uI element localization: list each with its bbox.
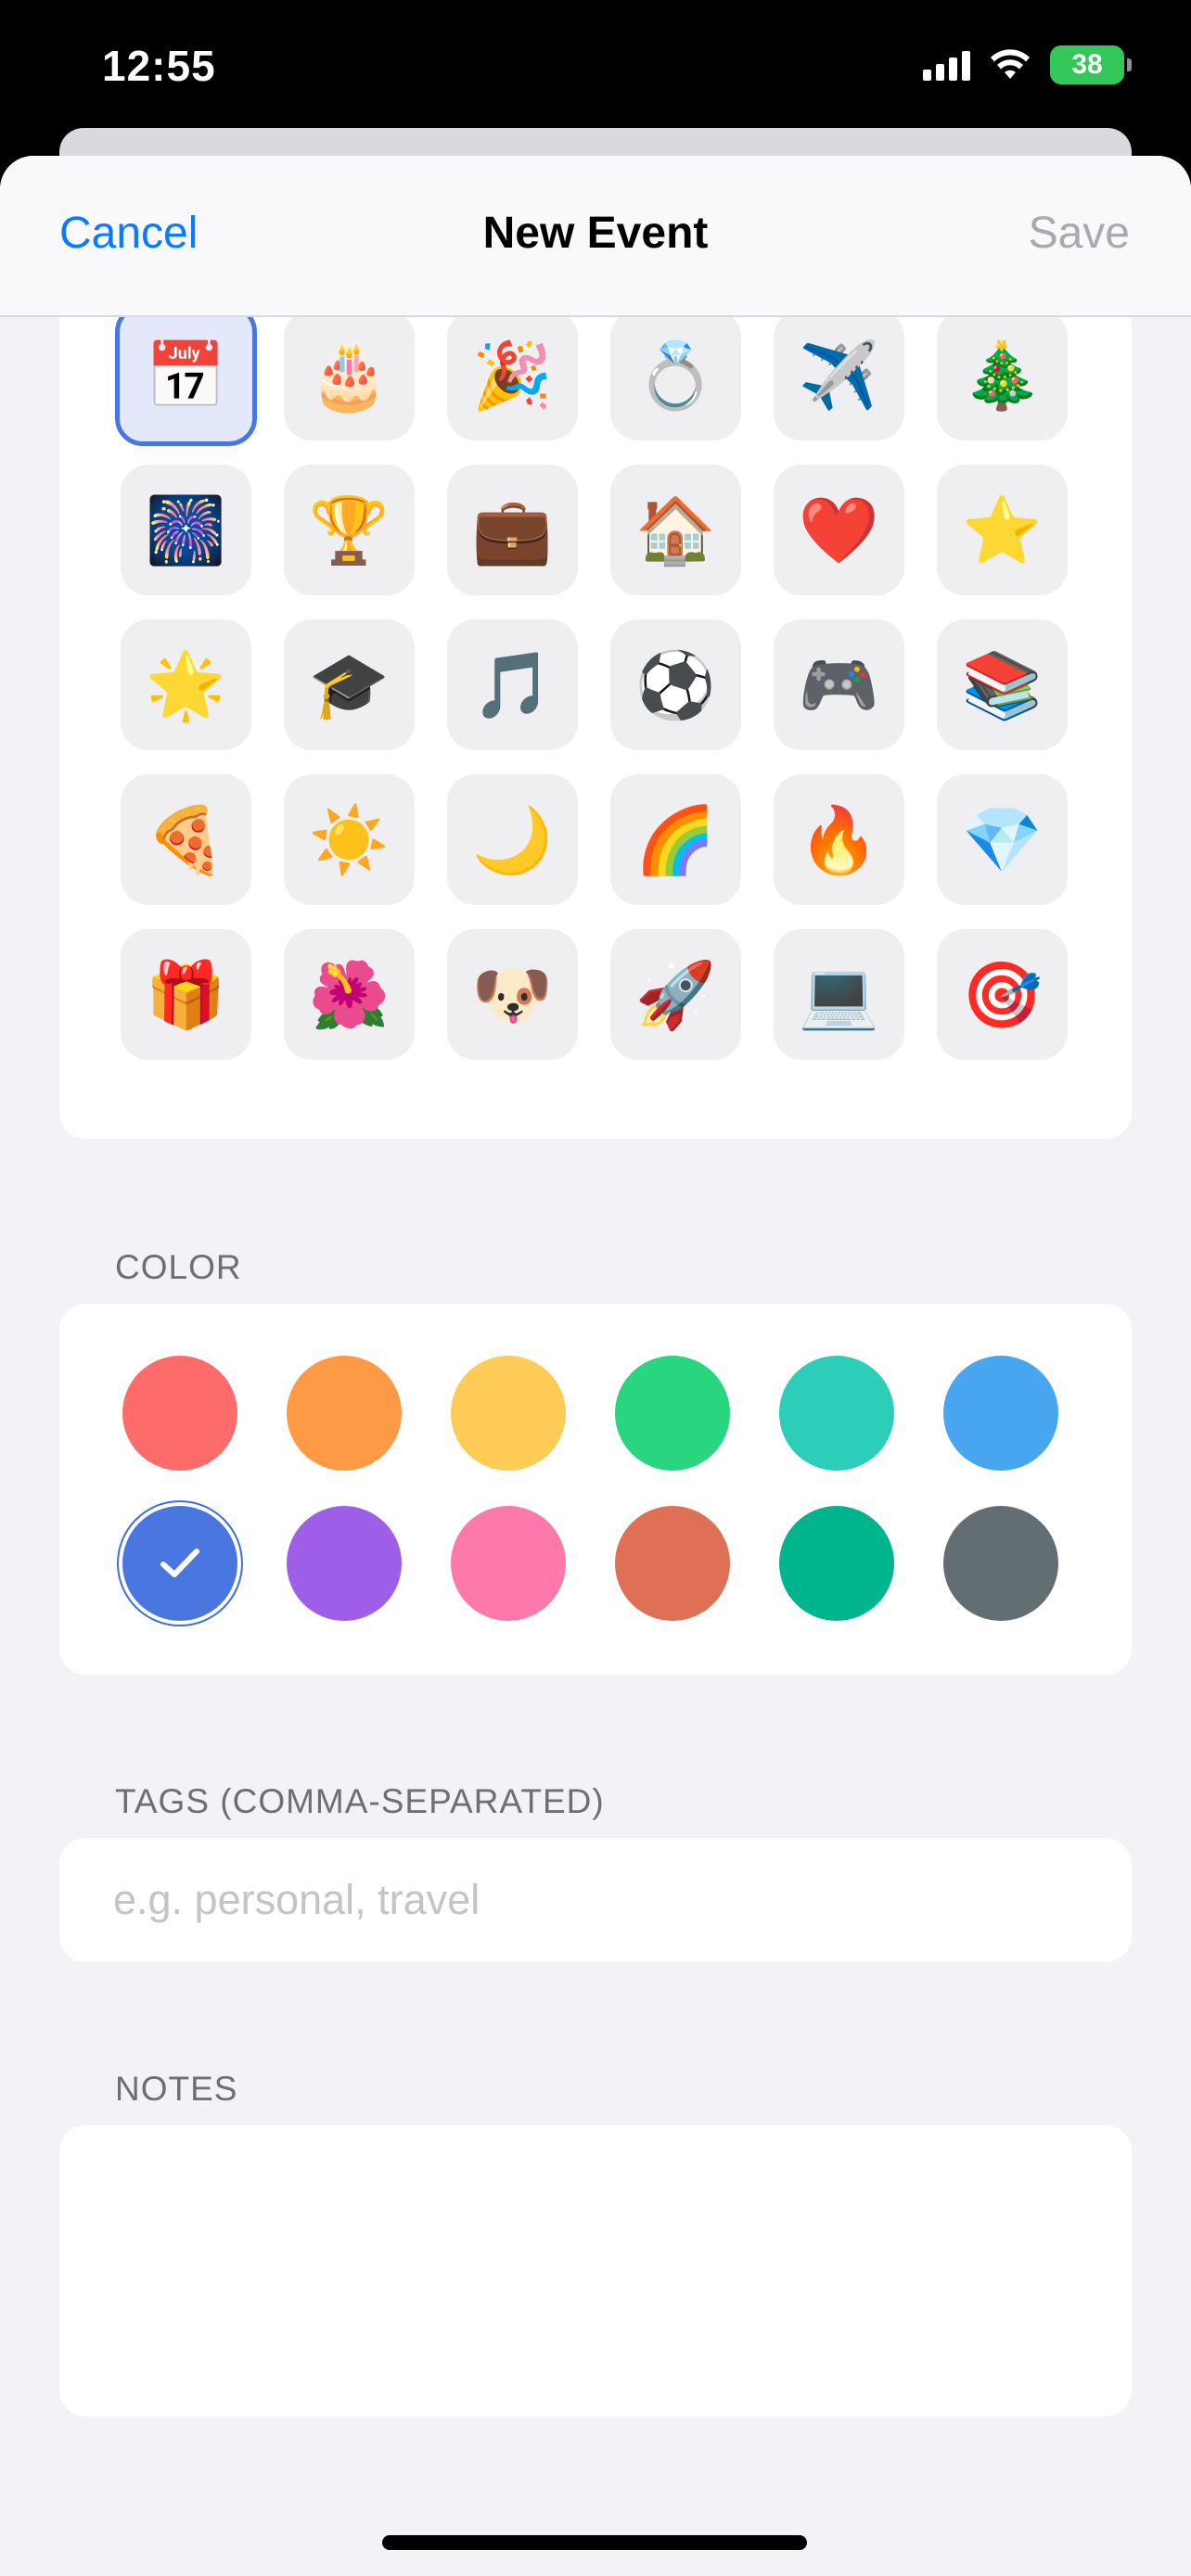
color-swatch-teal[interactable]	[779, 1356, 894, 1471]
graduation-cap-emoji: 🎓	[308, 646, 391, 723]
emoji-option-birthday-cake[interactable]: 🎂	[284, 310, 415, 440]
house-emoji: 🏠	[634, 491, 717, 568]
color-swatch-terracotta[interactable]	[615, 1506, 730, 1621]
target-emoji: 🎯	[961, 956, 1044, 1033]
glowing-star-emoji: 🌟	[145, 646, 227, 723]
star-emoji: ⭐	[961, 491, 1044, 568]
color-swatch-pink[interactable]	[451, 1506, 566, 1621]
emoji-option-christmas-tree[interactable]: 🎄	[937, 310, 1068, 440]
notes-card	[59, 2125, 1132, 2417]
emoji-option-briefcase[interactable]: 💼	[447, 465, 578, 595]
checkmark-icon	[158, 1545, 202, 1582]
color-swatch-red[interactable]	[122, 1356, 237, 1471]
navigation-bar: Cancel New Event Save	[0, 156, 1191, 317]
new-event-sheet: 📅 🎂 🎉 💍 ✈️ 🎄 🎆 🏆 💼 🏠 ❤️ ⭐ 🌟 🎓 🎵 ⚽ 🎮 📚 🍕 ☀️ 🌙 🌈 🔥 💎 🎁 🌺 🐶 🚀 💻 🎯 Cancel…	[0, 156, 1191, 2576]
party-popper-emoji: 🎉	[471, 337, 554, 414]
emoji-option-soccer-ball[interactable]: ⚽	[610, 619, 741, 750]
color-swatch-sky-blue[interactable]	[943, 1356, 1058, 1471]
status-time: 12:55	[102, 42, 216, 90]
cellular-signal-icon	[923, 49, 970, 81]
color-grid	[122, 1356, 1058, 1621]
color-swatch-slate-gray[interactable]	[943, 1506, 1058, 1621]
sun-emoji: ☀️	[308, 801, 391, 878]
musical-notes-emoji: 🎵	[471, 646, 554, 723]
emoji-grid: 📅 🎂 🎉 💍 ✈️ 🎄 🎆 🏆 💼 🏠 ❤️ ⭐ 🌟 🎓 🎵 ⚽ 🎮 📚 🍕 ☀️ 🌙 🌈 🔥 💎 🎁 🌺 🐶 🚀 💻 🎯	[115, 304, 1068, 1060]
crescent-moon-emoji: 🌙	[471, 801, 554, 878]
emoji-option-red-heart[interactable]: ❤️	[774, 465, 904, 595]
color-picker-card	[59, 1304, 1132, 1675]
gift-emoji: 🎁	[145, 956, 227, 1033]
notes-section-label: NOTES	[115, 2070, 238, 2108]
battery-icon: 38	[1050, 45, 1132, 84]
color-swatch-yellow[interactable]	[451, 1356, 566, 1471]
emoji-option-ring[interactable]: 💍	[610, 310, 741, 440]
emoji-option-airplane[interactable]: ✈️	[774, 310, 904, 440]
emoji-option-house[interactable]: 🏠	[610, 465, 741, 595]
tags-card	[59, 1838, 1132, 1962]
wifi-icon	[989, 49, 1031, 81]
emoji-option-laptop[interactable]: 💻	[774, 929, 904, 1060]
dog-face-emoji: 🐶	[471, 956, 554, 1033]
emoji-option-musical-notes[interactable]: 🎵	[447, 619, 578, 750]
emoji-option-fireworks[interactable]: 🎆	[121, 465, 251, 595]
tags-input[interactable]	[113, 1838, 1078, 1962]
color-swatch-orange[interactable]	[287, 1356, 402, 1471]
tags-section-label: TAGS (COMMA-SEPARATED)	[115, 1782, 605, 1820]
emoji-option-hibiscus[interactable]: 🌺	[284, 929, 415, 1060]
ring-emoji: 💍	[634, 337, 717, 414]
birthday-cake-emoji: 🎂	[308, 337, 391, 414]
fireworks-emoji: 🎆	[145, 491, 227, 568]
emoji-option-graduation-cap[interactable]: 🎓	[284, 619, 415, 750]
emoji-option-dog-face[interactable]: 🐶	[447, 929, 578, 1060]
airplane-emoji: ✈️	[798, 337, 880, 414]
emoji-option-video-game[interactable]: 🎮	[774, 619, 904, 750]
emoji-picker-card: 📅 🎂 🎉 💍 ✈️ 🎄 🎆 🏆 💼 🏠 ❤️ ⭐ 🌟 🎓 🎵 ⚽ 🎮 📚 🍕 ☀️ 🌙 🌈 🔥 💎 🎁 🌺 🐶 🚀 💻 🎯	[59, 276, 1132, 1139]
emoji-option-sun[interactable]: ☀️	[284, 774, 415, 905]
pizza-emoji: 🍕	[145, 801, 227, 878]
color-swatch-blue[interactable]	[122, 1506, 237, 1621]
emoji-option-star[interactable]: ⭐	[937, 465, 1068, 595]
emoji-option-party-popper[interactable]: 🎉	[447, 310, 578, 440]
calendar-emoji: 📅	[145, 337, 227, 414]
christmas-tree-emoji: 🎄	[961, 337, 1044, 414]
status-icons: 38	[923, 43, 1132, 87]
page-title: New Event	[482, 209, 709, 258]
color-swatch-purple[interactable]	[287, 1506, 402, 1621]
notes-textarea[interactable]	[113, 2153, 1078, 2385]
emoji-option-gift[interactable]: 🎁	[121, 929, 251, 1060]
emoji-option-rocket[interactable]: 🚀	[610, 929, 741, 1060]
rocket-emoji: 🚀	[634, 956, 717, 1033]
emoji-option-trophy[interactable]: 🏆	[284, 465, 415, 595]
color-section-label: COLOR	[115, 1248, 242, 1286]
color-swatch-green[interactable]	[615, 1356, 730, 1471]
video-game-emoji: 🎮	[798, 646, 880, 723]
color-swatch-emerald[interactable]	[779, 1506, 894, 1621]
emoji-option-crescent-moon[interactable]: 🌙	[447, 774, 578, 905]
emoji-option-books[interactable]: 📚	[937, 619, 1068, 750]
trophy-emoji: 🏆	[308, 491, 391, 568]
red-heart-emoji: ❤️	[798, 491, 880, 568]
emoji-option-gem[interactable]: 💎	[937, 774, 1068, 905]
emoji-option-target[interactable]: 🎯	[937, 929, 1068, 1060]
briefcase-emoji: 💼	[471, 491, 554, 568]
hibiscus-emoji: 🌺	[308, 956, 391, 1033]
emoji-option-rainbow[interactable]: 🌈	[610, 774, 741, 905]
emoji-option-calendar[interactable]: 📅	[115, 304, 257, 446]
emoji-option-fire[interactable]: 🔥	[774, 774, 904, 905]
books-emoji: 📚	[961, 646, 1044, 723]
laptop-emoji: 💻	[798, 956, 880, 1033]
soccer-ball-emoji: ⚽	[634, 646, 717, 723]
rainbow-emoji: 🌈	[634, 801, 717, 878]
home-indicator	[382, 2535, 807, 2550]
emoji-option-pizza[interactable]: 🍕	[121, 774, 251, 905]
status-bar: 12:55 38	[0, 0, 1191, 139]
save-button[interactable]: Save	[1029, 208, 1130, 259]
emoji-option-glowing-star[interactable]: 🌟	[121, 619, 251, 750]
gem-emoji: 💎	[961, 801, 1044, 878]
fire-emoji: 🔥	[798, 801, 880, 878]
